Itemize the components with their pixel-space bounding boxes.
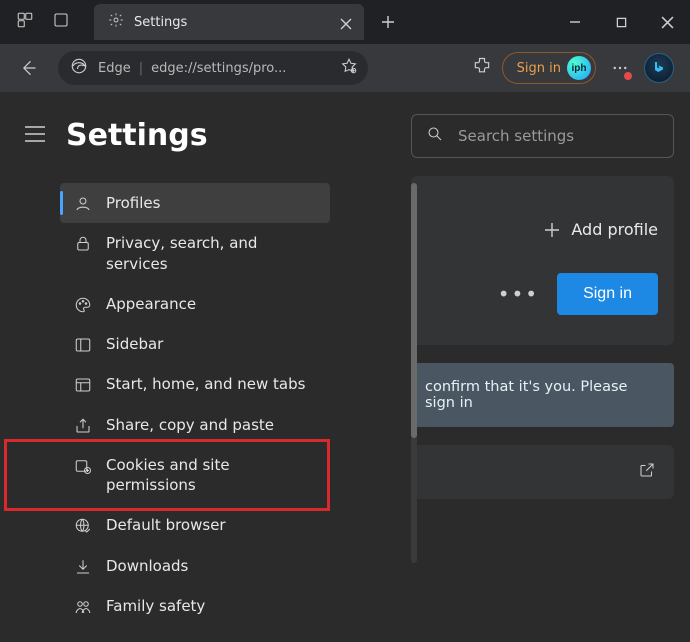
extensions-icon[interactable]	[472, 56, 492, 80]
scrollbar-thumb[interactable]	[411, 183, 417, 438]
add-profile-label: Add profile	[571, 220, 658, 239]
workspaces-icon[interactable]	[16, 11, 34, 33]
confirm-banner: confirm that it's you. Please sign in	[411, 363, 674, 427]
nav-item-downloads[interactable]: Downloads	[60, 546, 330, 586]
close-window-button[interactable]	[644, 0, 690, 44]
palette-icon	[74, 296, 92, 314]
nav-item-label: Share, copy and paste	[106, 415, 274, 435]
nav-item-label: Downloads	[106, 556, 188, 576]
tab-actions-icon[interactable]	[52, 11, 70, 33]
tab-title: Settings	[134, 15, 187, 30]
nav-item-label: Default browser	[106, 515, 226, 535]
globe-check-icon	[74, 517, 92, 535]
window-controls	[552, 0, 690, 44]
toolbar: Edge | edge://settings/pro... Sign in ip…	[0, 44, 690, 92]
profile-icon	[74, 195, 92, 213]
lock-icon	[74, 235, 92, 253]
address-bar[interactable]: Edge | edge://settings/pro...	[58, 51, 368, 85]
sync-card[interactable]	[411, 445, 674, 499]
nav-item-label: Privacy, search, and services	[106, 233, 318, 274]
tab-settings[interactable]: Settings	[94, 4, 364, 40]
nav-item-appearance[interactable]: Appearance	[60, 284, 330, 324]
title-left-icons	[0, 11, 86, 33]
address-separator: |	[139, 61, 143, 76]
nav-item-label: Sidebar	[106, 334, 163, 354]
nav-item-label: Start, home, and new tabs	[106, 374, 305, 394]
sign-in-button[interactable]: Sign in	[557, 273, 658, 315]
confirm-text: confirm that it's you. Please sign in	[425, 379, 627, 411]
gear-icon	[108, 12, 124, 32]
profile-card: Add profile ••• Sign in	[411, 176, 674, 345]
more-options-icon[interactable]: •••	[498, 282, 539, 306]
more-menu-button[interactable]	[606, 54, 634, 82]
maximize-button[interactable]	[598, 0, 644, 44]
download-icon	[74, 558, 92, 576]
external-link-icon	[638, 461, 656, 483]
address-text: Edge | edge://settings/pro...	[98, 61, 286, 76]
nav-wrapper: Profiles Privacy, search, and services App…	[60, 183, 395, 626]
settings-sidebar: Settings Profiles Privacy, search, and se…	[0, 92, 395, 642]
title-bar: Settings	[0, 0, 690, 44]
back-button[interactable]	[10, 50, 46, 86]
nav-item-family-safety[interactable]: Family safety	[60, 586, 330, 626]
new-tab-button[interactable]	[372, 6, 404, 38]
content: Settings Profiles Privacy, search, and se…	[0, 92, 690, 642]
search-input[interactable]	[458, 127, 659, 145]
sign-in-label: Sign in	[517, 61, 561, 76]
nav-item-start-home-and-new-tabs[interactable]: Start, home, and new tabs	[60, 364, 330, 404]
avatar: iph	[567, 56, 591, 80]
nav-item-share-copy-and-paste[interactable]: Share, copy and paste	[60, 405, 330, 445]
menu-icon[interactable]	[24, 125, 46, 147]
layout-icon	[74, 376, 92, 394]
toolbar-right: Sign in iph	[472, 52, 680, 84]
settings-search[interactable]	[411, 114, 674, 158]
sidebar-icon	[74, 336, 92, 354]
nav-item-label: Profiles	[106, 193, 160, 213]
nav-scrollbar[interactable]	[411, 183, 417, 563]
nav-item-cookies-and-site-permissions[interactable]: Cookies and site permissions	[60, 445, 330, 506]
profile-row: ••• Sign in	[427, 263, 658, 327]
share-icon	[74, 417, 92, 435]
family-icon	[74, 598, 92, 616]
page-title: Settings	[66, 118, 208, 153]
nav-item-privacy-search-and-services[interactable]: Privacy, search, and services	[60, 223, 330, 284]
nav-item-label: Appearance	[106, 294, 196, 314]
minimize-button[interactable]	[552, 0, 598, 44]
bing-chat-button[interactable]	[644, 53, 674, 83]
add-profile-button[interactable]: Add profile	[543, 220, 658, 239]
settings-nav-list: Profiles Privacy, search, and services App…	[60, 183, 330, 626]
settings-header: Settings	[0, 118, 395, 153]
alert-badge-icon	[624, 72, 632, 80]
sign-in-pill[interactable]: Sign in iph	[502, 52, 596, 84]
address-product: Edge	[98, 61, 131, 76]
cookies-icon	[74, 457, 92, 475]
nav-item-label: Cookies and site permissions	[106, 455, 318, 496]
nav-item-sidebar[interactable]: Sidebar	[60, 324, 330, 364]
favorite-star-icon[interactable]	[340, 57, 358, 79]
edge-logo-icon	[70, 57, 88, 79]
close-tab-icon[interactable]	[340, 15, 354, 29]
nav-item-default-browser[interactable]: Default browser	[60, 505, 330, 545]
search-icon	[426, 125, 444, 147]
nav-item-profiles[interactable]: Profiles	[60, 183, 330, 223]
nav-item-label: Family safety	[106, 596, 205, 616]
address-url: edge://settings/pro...	[151, 61, 286, 76]
settings-main: Add profile ••• Sign in confirm that it'…	[395, 92, 690, 642]
